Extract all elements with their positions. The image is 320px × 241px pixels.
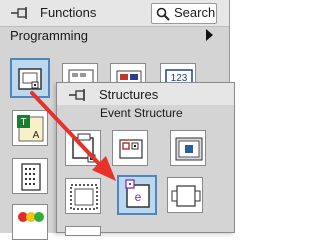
functions-palette: Functions Search Programming T A 123 Str… (0, 0, 235, 240)
annotation-arrow (30, 91, 116, 181)
